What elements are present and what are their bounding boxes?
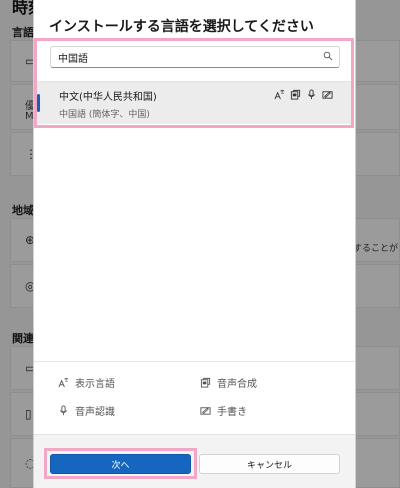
next-button[interactable]: 次へ	[50, 454, 191, 474]
dialog-title: インストールする言語を選択してください	[49, 19, 314, 35]
legend-speech-recognition: 音声認識	[58, 403, 115, 418]
language-subtitle: 中国語 (簡体字、中国)	[59, 110, 150, 120]
legend-handwriting: 手書き	[200, 403, 247, 418]
speech-recognition-icon	[307, 89, 316, 100]
install-language-dialog: インストールする言語を選択してください 中文(中华人民共和国) 中国語 (簡体字…	[33, 0, 356, 488]
legend-display-language: 表示言語	[58, 375, 115, 390]
text-to-speech-icon	[200, 377, 211, 388]
handwriting-icon	[322, 91, 333, 99]
handwriting-icon	[200, 407, 211, 415]
feature-legend: 表示言語 音声合成 音声認識 手書き	[34, 362, 355, 434]
display-language-icon	[274, 89, 285, 100]
selection-indicator	[37, 94, 40, 112]
dialog-footer: 次へ キャンセル	[34, 434, 355, 488]
legend-text-to-speech: 音声合成	[200, 375, 257, 390]
language-search-input[interactable]	[58, 49, 313, 65]
display-language-icon	[58, 377, 69, 388]
language-search-box[interactable]	[50, 46, 340, 68]
results-scrollbar[interactable]	[351, 84, 353, 114]
speech-recognition-icon	[59, 405, 68, 416]
language-result-item[interactable]: 中文(中华人民共和国) 中国語 (簡体字、中国)	[37, 81, 351, 124]
text-to-speech-icon	[290, 89, 301, 100]
cancel-button[interactable]: キャンセル	[199, 454, 340, 474]
language-name: 中文(中华人民共和国)	[59, 92, 157, 103]
search-icon[interactable]	[323, 51, 333, 61]
language-feature-icons	[274, 89, 333, 100]
